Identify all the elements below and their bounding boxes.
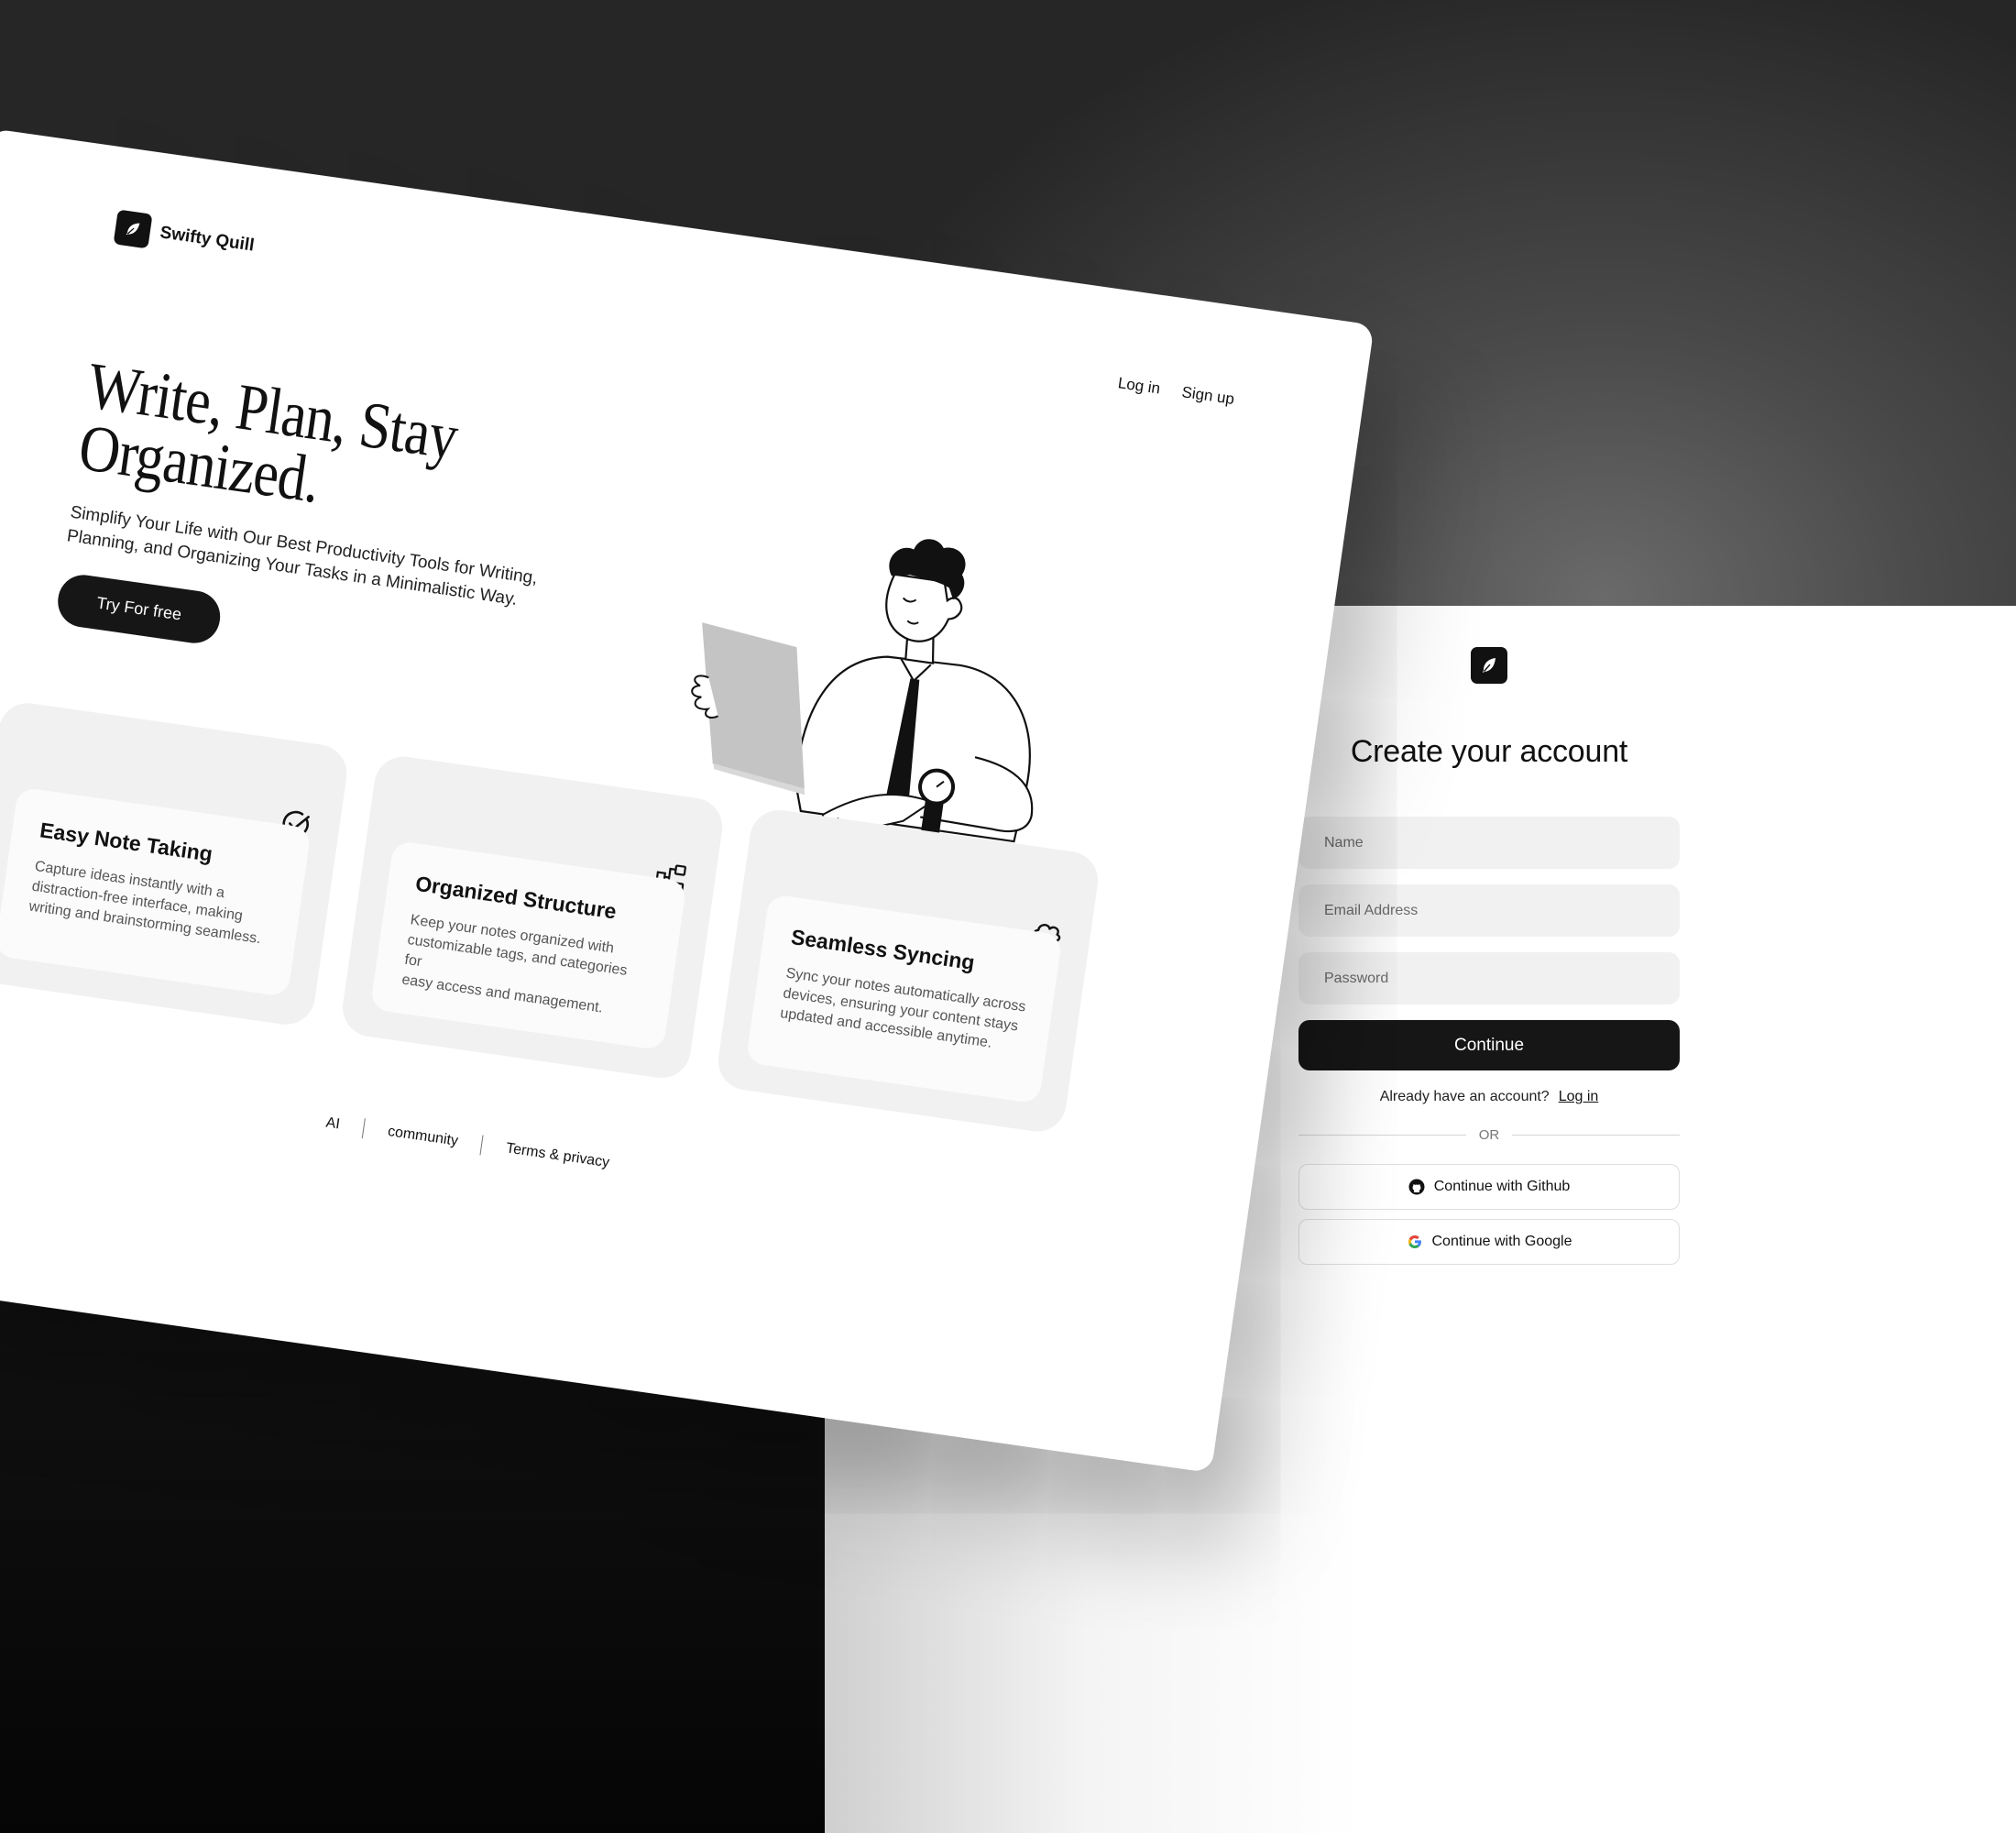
or-text: OR — [1478, 1126, 1500, 1143]
have-account-text: Already have an account? — [1379, 1089, 1550, 1104]
divider-line — [1512, 1134, 1680, 1136]
github-label: Continue with Github — [1433, 1179, 1571, 1194]
feather-logo-icon — [1471, 647, 1507, 684]
login-link[interactable]: Log in — [1559, 1089, 1599, 1104]
brand-name: Swifty Quill — [159, 223, 256, 256]
continue-button[interactable]: Continue — [1298, 1020, 1680, 1070]
brand[interactable]: Swifty Quill — [113, 209, 257, 263]
google-button[interactable]: Continue with Google — [1298, 1219, 1680, 1265]
feature-card-seamless-syncing[interactable]: Seamless Syncing Sync your notes automat… — [714, 806, 1102, 1136]
divider-line — [1298, 1134, 1466, 1136]
nav-login-link[interactable]: Log in — [1117, 374, 1162, 398]
footer-separator — [361, 1118, 366, 1139]
footer-community-link[interactable]: community — [387, 1124, 459, 1150]
google-label: Continue with Google — [1431, 1234, 1572, 1249]
top-nav: Log in Sign up — [1117, 374, 1235, 409]
feature-card-body: Organized Structure Keep your notes orga… — [369, 840, 687, 1051]
footer-terms-link[interactable]: Terms & privacy — [505, 1140, 610, 1171]
feature-card-organized-structure[interactable]: Organized Structure Keep your notes orga… — [338, 752, 727, 1082]
feature-desc-line: easy access and management. — [400, 971, 605, 1016]
name-field[interactable]: Name — [1298, 817, 1680, 869]
nav-signup-link[interactable]: Sign up — [1180, 383, 1235, 409]
landing-page-card: Swifty Quill Log in Sign up Write, Plan,… — [0, 128, 1375, 1474]
try-for-free-button[interactable]: Try For free — [54, 571, 224, 647]
or-divider: OR — [1298, 1125, 1680, 1144]
feature-card-body: Easy Note Taking Capture ideas instantly… — [0, 786, 312, 998]
feather-icon — [1483, 658, 1496, 673]
footer: AI community Terms & privacy — [324, 1113, 962, 1223]
footer-separator — [479, 1135, 485, 1156]
feature-card-note-taking[interactable]: Easy Note Taking Capture ideas instantly… — [0, 699, 351, 1028]
password-field[interactable]: Password — [1298, 952, 1680, 1004]
feather-icon — [126, 223, 140, 236]
feature-description: Keep your notes organized with customiza… — [400, 910, 652, 1024]
email-field[interactable]: Email Address — [1298, 884, 1680, 937]
feather-logo-icon — [113, 209, 153, 249]
github-button[interactable]: Continue with Github — [1298, 1164, 1680, 1210]
footer-ai-link[interactable]: AI — [324, 1114, 341, 1133]
google-icon — [1408, 1235, 1421, 1248]
login-prompt: Already have an account? Log in — [1298, 1089, 1680, 1105]
github-icon — [1408, 1179, 1425, 1195]
feature-card-body: Seamless Syncing Sync your notes automat… — [745, 894, 1063, 1104]
